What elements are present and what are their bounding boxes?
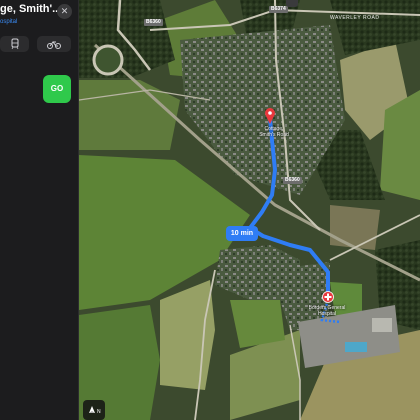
- go-button[interactable]: GO: [43, 75, 71, 103]
- map-control-button[interactable]: [286, 0, 298, 7]
- road-shield-b6360-east: B6360: [283, 177, 302, 184]
- road-shield-b6360-north: B6360: [144, 19, 163, 26]
- hospital-pin[interactable]: [322, 291, 334, 303]
- road-name-waverley: WAVERLEY ROAD: [330, 15, 380, 21]
- hospital-roof: [345, 342, 367, 352]
- compass-label: N: [97, 409, 101, 415]
- field: [330, 205, 380, 250]
- start-pin-label: Cottage, Smith's Road: [259, 126, 289, 138]
- transport-mode-transit[interactable]: [0, 36, 29, 52]
- compass-icon: [89, 406, 95, 413]
- road-shield-b6374: B6374: [269, 6, 288, 13]
- close-icon: ✕: [60, 6, 69, 16]
- destination-subtitle: ospital: [0, 19, 18, 25]
- maps-screen: B6360 B6374 B6360 WAVERLEY ROAD Cottage,…: [0, 0, 420, 420]
- route-duration-badge[interactable]: 10 min: [226, 226, 258, 241]
- hospital-roof: [372, 318, 392, 332]
- transit-icon: [11, 38, 18, 50]
- bicycle-icon: [47, 41, 61, 49]
- close-button[interactable]: ✕: [57, 4, 72, 19]
- hospital-pin-label: Borders General Hospital: [308, 305, 346, 317]
- destination-title: ge, Smith'...: [0, 3, 60, 15]
- compass-button[interactable]: N: [83, 400, 105, 420]
- roundabout: [92, 44, 124, 76]
- directions-panel: ge, Smith'... ospital ✕ GO: [0, 0, 79, 420]
- transport-mode-cycle[interactable]: [37, 36, 71, 52]
